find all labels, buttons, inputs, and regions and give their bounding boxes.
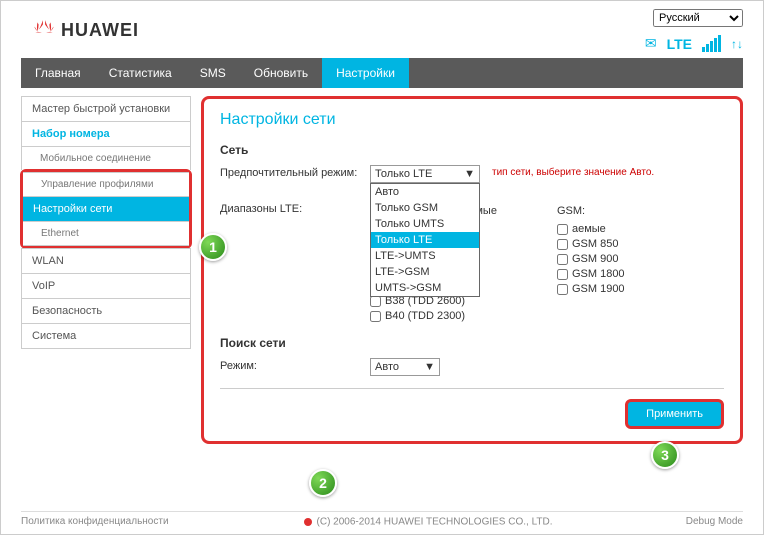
lte-bands-label: Диапазоны LTE: bbox=[220, 201, 370, 215]
hint-text: тип сети, выберите значение Авто. bbox=[492, 167, 654, 178]
footer-debug[interactable]: Debug Mode bbox=[686, 516, 743, 528]
pref-mode-dropdown: Авто Только GSM Только UMTS Только LTE L… bbox=[370, 183, 480, 297]
nav-update[interactable]: Обновить bbox=[240, 58, 322, 88]
pref-mode-select[interactable]: Только LTE▼ bbox=[370, 165, 480, 183]
mail-icon[interactable]: ✉ bbox=[645, 35, 657, 52]
sidebar-wizard[interactable]: Мастер быстрой установки bbox=[21, 96, 191, 121]
sidebar-system[interactable]: Система bbox=[21, 323, 191, 349]
nav-sms[interactable]: SMS bbox=[186, 58, 240, 88]
gsm-1800[interactable]: GSM 1800 bbox=[557, 268, 625, 280]
sidebar-dialup[interactable]: Набор номера bbox=[21, 121, 191, 146]
header: HUAWEI Русский ✉ LTE ↑↓ bbox=[1, 1, 763, 58]
mode-option-umts-gsm[interactable]: UMTS->GSM bbox=[371, 280, 479, 296]
gsm-label: GSM: bbox=[557, 205, 625, 217]
divider bbox=[220, 388, 724, 389]
logo: HUAWEI bbox=[31, 18, 139, 44]
annotation-2: 2 bbox=[309, 469, 337, 497]
mode-option-lte-umts[interactable]: LTE->UMTS bbox=[371, 248, 479, 264]
gsm-1900[interactable]: GSM 1900 bbox=[557, 283, 625, 295]
nav-stats[interactable]: Статистика bbox=[95, 58, 186, 88]
sidebar-ethernet[interactable]: Ethernet bbox=[23, 221, 189, 246]
annotation-1: 1 bbox=[199, 233, 227, 261]
gsm-900[interactable]: GSM 900 bbox=[557, 253, 625, 265]
sidebar-network[interactable]: Настройки сети bbox=[23, 196, 189, 221]
band-b40[interactable]: B40 (TDD 2300) bbox=[370, 310, 497, 322]
sidebar-security[interactable]: Безопасность bbox=[21, 298, 191, 323]
gsm-all[interactable]: аемые bbox=[557, 223, 625, 235]
mode-option-lte-gsm[interactable]: LTE->GSM bbox=[371, 264, 479, 280]
footer-privacy[interactable]: Политика конфиденциальности bbox=[21, 516, 169, 528]
page-title: Настройки сети bbox=[220, 111, 724, 129]
sidebar-wlan[interactable]: WLAN bbox=[21, 248, 191, 273]
sidebar: Мастер быстрой установки Набор номера Мо… bbox=[21, 96, 191, 444]
updown-icon: ↑↓ bbox=[731, 37, 743, 51]
apply-button[interactable]: Применить bbox=[625, 399, 724, 429]
sidebar-voip[interactable]: VoIP bbox=[21, 273, 191, 298]
footer-copyright: (C) 2006-2014 HUAWEI TECHNOLOGIES CO., L… bbox=[302, 516, 553, 528]
search-mode-label: Режим: bbox=[220, 358, 370, 372]
sidebar-profiles[interactable]: Управление профилями bbox=[23, 172, 189, 196]
huawei-logo-icon bbox=[31, 18, 57, 44]
brand-text: HUAWEI bbox=[61, 20, 139, 41]
nav-settings[interactable]: Настройки bbox=[322, 58, 409, 88]
annotation-3: 3 bbox=[651, 441, 679, 469]
mode-option-gsm[interactable]: Только GSM bbox=[371, 200, 479, 216]
mode-option-umts[interactable]: Только UMTS bbox=[371, 216, 479, 232]
content-panel: Настройки сети Сеть Предпочтительный реж… bbox=[201, 96, 743, 444]
footer: Политика конфиденциальности (C) 2006-201… bbox=[21, 511, 743, 528]
signal-icon bbox=[702, 35, 721, 52]
search-section-title: Поиск сети bbox=[220, 336, 724, 350]
chevron-down-icon: ▼ bbox=[464, 168, 475, 180]
gsm-850[interactable]: GSM 850 bbox=[557, 238, 625, 250]
mode-option-lte[interactable]: Только LTE bbox=[371, 232, 479, 248]
mode-option-auto[interactable]: Авто bbox=[371, 184, 479, 200]
status-icons: ✉ LTE ↑↓ bbox=[645, 35, 743, 52]
chevron-down-icon: ▼ bbox=[424, 361, 435, 373]
huawei-logo-icon bbox=[302, 516, 314, 528]
lte-label: LTE bbox=[667, 36, 692, 52]
pref-mode-label: Предпочтительный режим: bbox=[220, 165, 370, 179]
nav-home[interactable]: Главная bbox=[21, 58, 95, 88]
language-select[interactable]: Русский bbox=[653, 9, 743, 27]
network-section-title: Сеть bbox=[220, 143, 724, 157]
sidebar-mobile[interactable]: Мобильное соединение bbox=[21, 146, 191, 170]
top-nav: Главная Статистика SMS Обновить Настройк… bbox=[21, 58, 743, 88]
search-mode-select[interactable]: Авто▼ bbox=[370, 358, 440, 376]
